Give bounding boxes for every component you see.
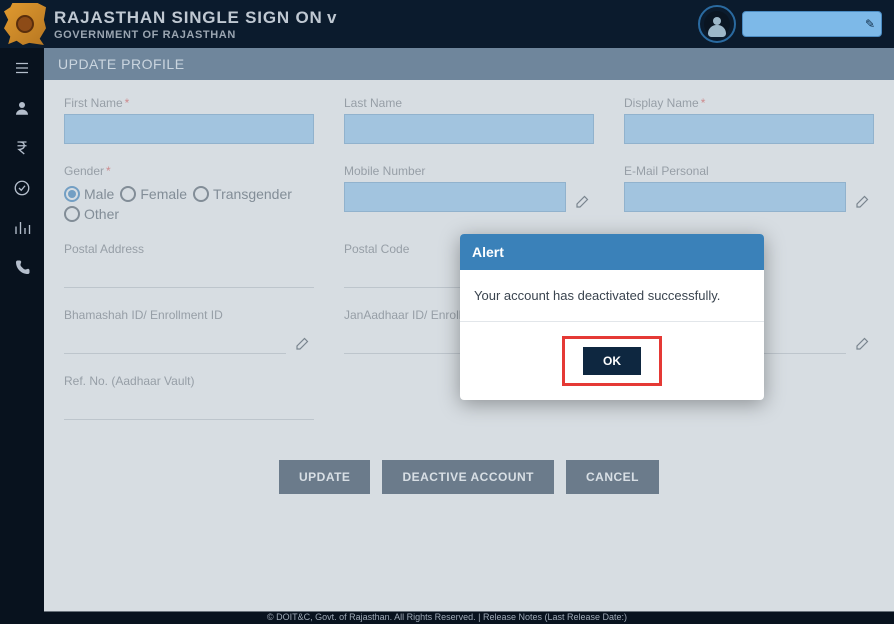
list-icon[interactable] <box>12 58 32 78</box>
modal-title: Alert <box>460 234 764 270</box>
user-name-pill[interactable]: ✎ <box>742 11 882 37</box>
check-circle-icon[interactable] <box>12 178 32 198</box>
state-logo <box>4 3 46 45</box>
avatar[interactable] <box>698 5 736 43</box>
left-rail <box>0 48 44 612</box>
user-icon[interactable] <box>12 98 32 118</box>
user-block: ✎ <box>698 5 882 43</box>
top-header: RAJASTHAN SINGLE SIGN ON v GOVERNMENT OF… <box>0 0 894 48</box>
ok-button[interactable]: OK <box>583 347 641 375</box>
app-title: RAJASTHAN SINGLE SIGN ON <box>54 8 323 27</box>
ok-highlight: OK <box>562 336 662 386</box>
govt-subtitle: GOVERNMENT OF RAJASTHAN <box>54 29 698 41</box>
title-block: RAJASTHAN SINGLE SIGN ON v GOVERNMENT OF… <box>54 8 698 41</box>
modal-message: Your account has deactivated successfull… <box>460 270 764 322</box>
phone-icon[interactable] <box>12 258 32 278</box>
rupee-icon[interactable] <box>12 138 32 158</box>
alert-modal: Alert Your account has deactivated succe… <box>460 234 764 400</box>
version-mark: v <box>327 8 337 27</box>
edit-profile-icon: ✎ <box>865 17 875 31</box>
footer: © DOIT&C, Govt. of Rajasthan. All Rights… <box>0 611 894 624</box>
bar-chart-icon[interactable] <box>12 218 32 238</box>
